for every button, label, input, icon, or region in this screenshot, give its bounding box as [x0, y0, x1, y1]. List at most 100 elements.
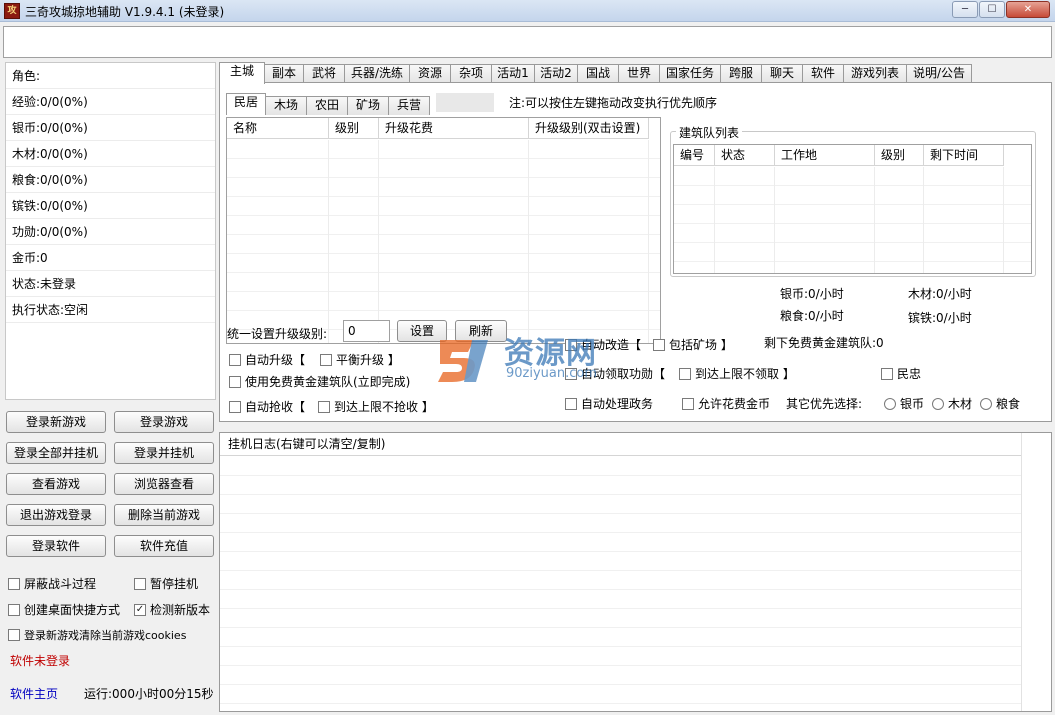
upgrade-list-rows [227, 140, 660, 343]
login-all-idle-button[interactable]: 登录全部并挂机 [6, 442, 106, 464]
info-iron: 镔铁:0/0(0%) [6, 193, 215, 219]
wood-rate: 木材:0/小时 [908, 287, 972, 301]
rob-limit-checkbox[interactable]: 到达上限不抢收 】 [318, 398, 434, 415]
col-build-level[interactable]: 级别 [875, 145, 924, 166]
allow-gold-checkbox[interactable]: 允许花费金币 [682, 395, 770, 412]
balance-upgrade-checkbox[interactable]: 平衡升级 】 [320, 351, 400, 368]
build-queue-list[interactable]: 编号 状态 工作地 级别 剩下时间 [673, 144, 1032, 274]
tab-misc[interactable]: 杂项 [450, 64, 492, 83]
login-game-button[interactable]: 登录游戏 [114, 411, 214, 433]
tab-event2[interactable]: 活动2 [534, 64, 578, 83]
col-state[interactable]: 状态 [715, 145, 775, 166]
tab-help[interactable]: 说明/公告 [906, 64, 972, 83]
col-name[interactable]: 名称 [227, 118, 329, 139]
checkbox-box [679, 367, 691, 380]
desktop-shortcut-checkbox[interactable]: 创建桌面快捷方式 [8, 601, 120, 618]
checkmark-icon: ✓ [134, 603, 146, 616]
tab-world[interactable]: 世界 [618, 64, 660, 83]
login-new-game-button[interactable]: 登录新游戏 [6, 411, 106, 433]
build-queue-rows [674, 167, 1031, 273]
log-scrollbar[interactable] [1021, 433, 1051, 711]
logout-game-button[interactable]: 退出游戏登录 [6, 504, 106, 526]
tab-weapons[interactable]: 兵器/洗练 [344, 64, 410, 83]
app-icon: 攻 [4, 3, 20, 19]
info-food: 粮食:0/0(0%) [6, 167, 215, 193]
maximize-button[interactable]: ☐ [979, 1, 1005, 18]
checkbox-box [229, 400, 241, 413]
watermark: 资源网 90ziyuan.com [434, 328, 634, 388]
pause-idle-checkbox[interactable]: 暂停挂机 [134, 575, 198, 592]
auto-affairs-checkbox[interactable]: 自动处理政务 [565, 395, 653, 412]
upgrade-list-header: 名称 级别 升级花费 升级级别(双击设置) [227, 118, 649, 139]
col-time-left[interactable]: 剩下时间 [924, 145, 1004, 166]
checkbox-box [229, 353, 241, 366]
tab-cross-server[interactable]: 跨服 [720, 64, 762, 83]
tab-dungeon[interactable]: 副本 [264, 64, 304, 83]
subtab-farm[interactable]: 农田 [306, 96, 348, 115]
info-exec-status: 执行状态:空闲 [6, 297, 215, 323]
subtab-residence[interactable]: 民居 [226, 93, 266, 115]
free-gold-team-checkbox[interactable]: 使用免费黄金建筑队(立即完成) [229, 373, 410, 390]
tab-software[interactable]: 软件 [802, 64, 844, 83]
window-title: 三奇攻城掠地辅助 V1.9.4.1 (未登录) [25, 5, 225, 19]
subtab-lumber[interactable]: 木场 [265, 96, 307, 115]
checkbox-box [653, 338, 665, 351]
check-update-checkbox[interactable]: ✓ 检测新版本 [134, 601, 210, 618]
radio-circle [884, 397, 896, 410]
view-game-button[interactable]: 查看游戏 [6, 473, 106, 495]
login-and-idle-button[interactable]: 登录并挂机 [114, 442, 214, 464]
include-mine-checkbox[interactable]: 包括矿场 】 [653, 336, 733, 353]
runtime-label: 运行:000小时00分15秒 [84, 687, 214, 701]
close-button[interactable]: ✕ [1006, 1, 1050, 18]
homepage-link[interactable]: 软件主页 [10, 685, 58, 702]
col-upgrade-level[interactable]: 升级级别(双击设置) [529, 118, 649, 139]
subtab-barracks[interactable]: 兵营 [388, 96, 430, 115]
col-cost[interactable]: 升级花费 [379, 118, 529, 139]
priority-food-radio[interactable]: 粮食 [980, 395, 1020, 412]
info-role: 角色: [6, 63, 215, 89]
upgrade-list[interactable]: 名称 级别 升级花费 升级级别(双击设置) [226, 117, 661, 344]
col-workplace[interactable]: 工作地 [775, 145, 875, 166]
log-header: 挂机日志(右键可以清空/复制) [220, 433, 1021, 456]
unify-level-input[interactable]: 0 [343, 320, 390, 342]
info-merit: 功勋:0/0(0%) [6, 219, 215, 245]
main-city-panel: 民居 木场 农田 矿场 兵营 注:可以按住左键拖动改变执行优先顺序 名称 级别 … [219, 82, 1052, 422]
checkbox-box [565, 397, 577, 410]
col-id[interactable]: 编号 [674, 145, 715, 166]
software-recharge-button[interactable]: 软件充值 [114, 535, 214, 557]
subtab-strip [436, 93, 494, 112]
login-software-button[interactable]: 登录软件 [6, 535, 106, 557]
clear-cookies-checkbox[interactable]: 登录新游戏清除当前游戏cookies [8, 627, 186, 643]
tab-generals[interactable]: 武将 [303, 64, 345, 83]
tab-event1[interactable]: 活动1 [491, 64, 535, 83]
idle-log-panel[interactable]: 挂机日志(右键可以清空/复制) [219, 432, 1052, 712]
minimize-button[interactable]: ─ [952, 1, 978, 18]
address-input[interactable] [3, 26, 1052, 58]
col-level[interactable]: 级别 [329, 118, 379, 139]
tab-resources[interactable]: 资源 [409, 64, 451, 83]
info-silver: 银币:0/0(0%) [6, 115, 215, 141]
auto-upgrade-checkbox[interactable]: 自动升级【 [229, 351, 305, 368]
watermark-logo-icon [438, 340, 488, 382]
merit-limit-checkbox[interactable]: 到达上限不领取 】 [679, 365, 795, 382]
priority-wood-radio[interactable]: 木材 [932, 395, 972, 412]
account-info-panel: 角色: 经验:0/0(0%) 银币:0/0(0%) 木材:0/0(0%) 粮食:… [5, 62, 216, 400]
tab-main-city[interactable]: 主城 [219, 62, 265, 84]
hide-battle-checkbox[interactable]: 屏蔽战斗过程 [8, 575, 96, 592]
checkbox-box [229, 375, 241, 388]
tab-chat[interactable]: 聊天 [761, 64, 803, 83]
browser-view-button[interactable]: 浏览器查看 [114, 473, 214, 495]
log-rows [220, 457, 1021, 711]
delete-game-button[interactable]: 删除当前游戏 [114, 504, 214, 526]
auto-rob-checkbox[interactable]: 自动抢收【 [229, 398, 305, 415]
priority-silver-radio[interactable]: 银币 [884, 395, 924, 412]
checkbox-box [8, 629, 20, 641]
tab-national-war[interactable]: 国战 [577, 64, 619, 83]
software-login-status: 软件未登录 [10, 654, 71, 668]
minzhong-checkbox[interactable]: 民忠 [881, 365, 921, 382]
tab-national-tasks[interactable]: 国家任务 [659, 64, 721, 83]
subtab-mine[interactable]: 矿场 [347, 96, 389, 115]
info-gold: 金币:0 [6, 245, 215, 271]
radio-circle [932, 397, 944, 410]
tab-game-list[interactable]: 游戏列表 [843, 64, 907, 83]
